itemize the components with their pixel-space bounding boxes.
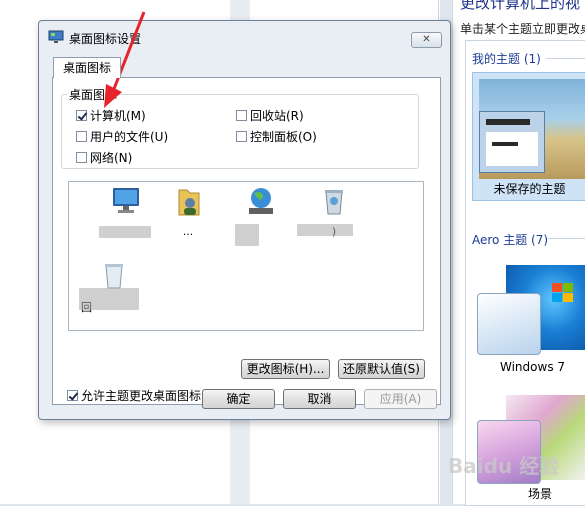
close-icon: ✕ [422, 34, 431, 45]
checkbox-label: 回收站(R) [250, 109, 304, 123]
computer-icon [113, 188, 139, 213]
checkbox-label: 允许主题更改桌面图标(L) [81, 389, 218, 403]
checkbox-icon [76, 152, 87, 163]
glass-color-swatch [477, 293, 541, 355]
checkbox-checked-icon [67, 390, 78, 401]
checkbox-label: 控制面板(O) [250, 130, 317, 144]
theme-subheading: 单击某个主题立即更改桌 [460, 22, 585, 36]
windows7-theme-label[interactable]: Windows 7 [500, 360, 565, 374]
aero-themes-header: Aero 主题 (7) [472, 233, 549, 247]
ok-button[interactable]: 确定 [202, 389, 275, 409]
user-folder-icon [178, 189, 200, 216]
unsaved-theme-label: 未保存的主题 [493, 182, 566, 196]
divider [546, 58, 585, 59]
watermark: Baidu 经验 [448, 454, 560, 478]
change-icon-button[interactable]: 更改图标(H)... [241, 359, 330, 379]
theme-thumbnail [479, 79, 585, 179]
icon-list: ... ) 回 [68, 181, 424, 331]
icon-label: ... [182, 225, 194, 238]
network-icon [249, 188, 273, 214]
list-item-network[interactable] [226, 186, 296, 246]
windows-logo-icon [552, 283, 574, 303]
list-item-recycle-bin-full[interactable]: ) [297, 186, 369, 238]
window-preview-icon [479, 111, 545, 173]
blurred-label [79, 288, 139, 310]
checkbox-label: 网络(N) [90, 151, 133, 165]
list-item-user-files[interactable]: ... [153, 186, 223, 238]
checkbox-icon [76, 131, 87, 142]
desktop-settings-icon [48, 30, 64, 43]
checkbox-control-panel[interactable]: 控制面板(O) [236, 128, 317, 145]
close-button[interactable]: ✕ [411, 32, 442, 48]
checkbox-label: 用户的文件(U) [90, 130, 169, 144]
scene-theme-label[interactable]: 场景 [528, 485, 552, 502]
checkbox-icon [236, 131, 247, 142]
tab-desktop-icons[interactable]: 桌面图标 [53, 57, 121, 78]
checkbox-recycle-bin[interactable]: 回收站(R) [236, 107, 304, 124]
cancel-button[interactable]: 取消 [283, 389, 356, 409]
apply-button[interactable]: 应用(A) [364, 389, 437, 409]
divider [548, 238, 585, 239]
blurred-label [99, 226, 151, 238]
theme-heading: 更改计算机上的视 [460, 0, 581, 12]
my-themes-header: 我的主题 (1) [472, 52, 541, 66]
checkbox-checked-icon [76, 110, 87, 121]
checkbox-icon [236, 110, 247, 121]
checkbox-network[interactable]: 网络(N) [76, 149, 132, 166]
restore-default-button[interactable]: 还原默认值(S) [338, 359, 425, 379]
list-item-recycle-bin-empty[interactable]: 回 [79, 260, 149, 315]
unsaved-theme-item[interactable]: 未保存的主题 [472, 72, 585, 201]
blurred-label [297, 224, 353, 236]
checkbox-user-files[interactable]: 用户的文件(U) [76, 128, 168, 145]
blurred-label [235, 224, 259, 246]
checkbox-allow-themes[interactable]: 允许主题更改桌面图标(L) [67, 387, 217, 404]
recycle-bin-full-icon [325, 190, 343, 215]
list-item-computer[interactable] [91, 186, 161, 238]
